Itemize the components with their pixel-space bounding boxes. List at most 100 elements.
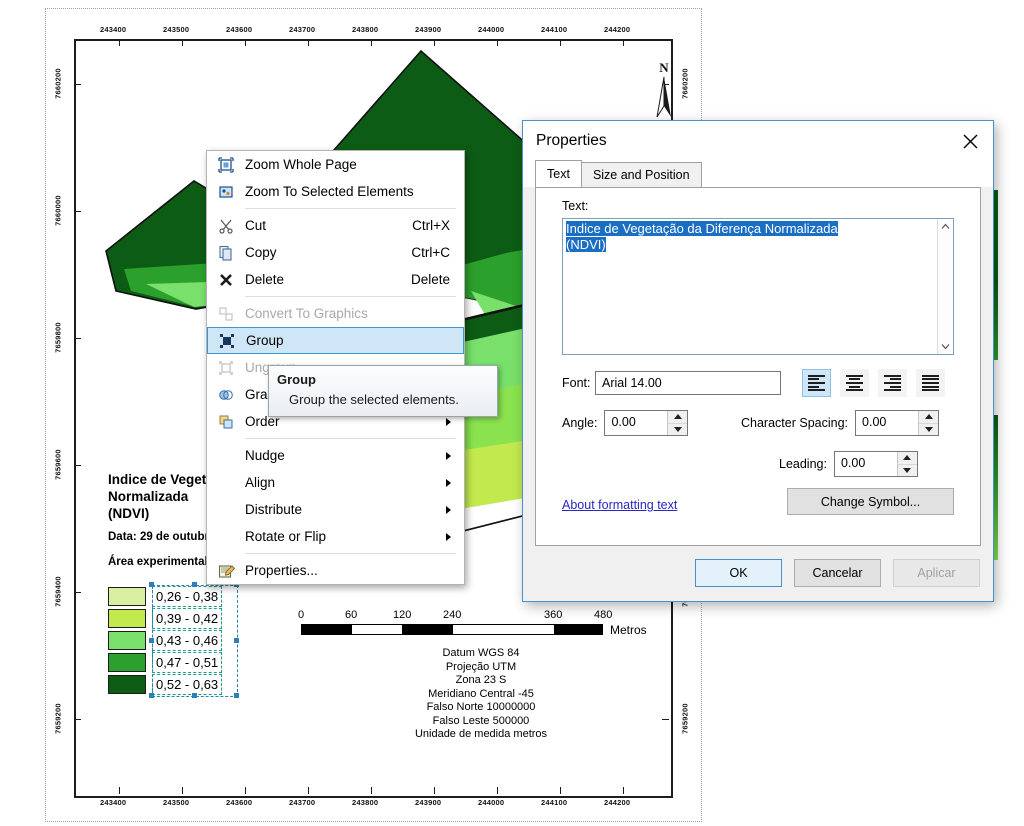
- close-icon[interactable]: [947, 121, 993, 161]
- context-menu-item-label: Zoom Whole Page: [245, 157, 357, 172]
- datum-line: Unidade de medida metros: [414, 728, 548, 740]
- x-axis-tick: [371, 787, 372, 794]
- context-menu-item-label: Rotate or Flip: [245, 529, 327, 544]
- x-axis-tick-label: 243600: [226, 798, 253, 807]
- context-menu-item-distribute[interactable]: Distribute: [207, 496, 464, 523]
- selection-handle[interactable]: [149, 638, 154, 643]
- spin-up-icon[interactable]: [897, 452, 917, 465]
- spin-down-icon[interactable]: [919, 423, 939, 435]
- scalebar-tick-label: 60: [345, 609, 358, 621]
- dialog-panel-text: Text: Indice de Vegetação da Diferença N…: [535, 187, 981, 546]
- menu-item-icon-placeholder: [207, 496, 245, 523]
- textarea-scrollbar[interactable]: [937, 219, 953, 354]
- leading-spin-buttons[interactable]: [896, 452, 917, 476]
- zoom-whole-page-icon: [207, 151, 245, 178]
- context-menu-item-label: Cut: [245, 218, 267, 233]
- selection-handle[interactable]: [192, 582, 197, 587]
- context-menu-item-shortcut: Ctrl+X: [412, 218, 450, 233]
- change-symbol-button[interactable]: Change Symbol...: [787, 488, 954, 515]
- spin-up-icon[interactable]: [919, 411, 939, 424]
- spin-down-icon[interactable]: [668, 423, 688, 435]
- context-menu-item-shortcut: Ctrl+C: [411, 245, 450, 260]
- legend-color-swatch: [108, 630, 146, 650]
- context-menu-item-group[interactable]: Group: [207, 327, 464, 354]
- text-field-label: Text:: [562, 199, 589, 213]
- character-spacing-stepper[interactable]: 0.00: [855, 410, 940, 436]
- character-spacing-spin-buttons[interactable]: [918, 411, 939, 435]
- context-menu-item-rotate-or-flip[interactable]: Rotate or Flip: [207, 523, 464, 550]
- align-center-icon[interactable]: [840, 369, 869, 397]
- y-axis-tick-label: 7659400: [53, 576, 63, 607]
- text-input-area[interactable]: Indice de Vegetação da Diferença Normali…: [562, 218, 954, 355]
- chevron-up-icon[interactable]: [938, 219, 953, 234]
- y-axis-tick: [662, 719, 669, 720]
- context-menu-item-nudge[interactable]: Nudge: [207, 442, 464, 469]
- context-menu-item-cut[interactable]: Cut Ctrl+X: [207, 212, 464, 239]
- north-arrow[interactable]: N: [644, 61, 684, 121]
- context-menu-item-label: Delete: [245, 272, 285, 287]
- dialog-tabstrip[interactable]: Text Size and Position: [523, 160, 993, 187]
- tab-size-and-position[interactable]: Size and Position: [580, 162, 702, 187]
- x-axis-tick: [119, 39, 120, 46]
- spin-up-icon[interactable]: [668, 411, 688, 424]
- selection-handle[interactable]: [149, 693, 154, 698]
- properties-dialog[interactable]: Properties Text Size and Position Text: I…: [522, 120, 994, 602]
- leading-value[interactable]: 0.00: [835, 452, 897, 476]
- y-axis-tick: [74, 84, 81, 85]
- x-axis-tick-label: 244000: [478, 25, 505, 34]
- angle-label: Angle:: [562, 416, 598, 430]
- align-right-icon[interactable]: [878, 369, 907, 397]
- x-axis-tick-label: 243600: [226, 25, 253, 34]
- x-axis-tick-label: 243900: [415, 25, 442, 34]
- delete-x-icon: [207, 266, 245, 293]
- angle-spin-buttons[interactable]: [667, 411, 688, 435]
- align-left-icon[interactable]: [802, 369, 831, 397]
- menu-item-icon-placeholder: [207, 523, 245, 550]
- font-input[interactable]: Arial 14.00: [595, 371, 781, 395]
- x-axis-tick: [371, 39, 372, 46]
- scalebar-block[interactable]: 0 60 120 240 360 480 Metros Datum WGS 84 Proje…: [298, 609, 661, 742]
- y-axis-tick-label: 7660200: [53, 68, 63, 99]
- y-axis-tick-label: 7660000: [53, 195, 63, 226]
- context-menu-item-label: Nudge: [245, 448, 285, 463]
- context-menu-item-properties[interactable]: Properties...: [207, 557, 464, 584]
- selection-handle[interactable]: [234, 638, 239, 643]
- x-axis-tick: [560, 787, 561, 794]
- ok-button[interactable]: OK: [695, 559, 782, 587]
- ungroup-icon: [207, 354, 245, 381]
- legend-color-swatch: [108, 608, 146, 628]
- align-justify-icon[interactable]: [916, 369, 945, 397]
- context-menu-item-zoom-to-selected-elements[interactable]: Zoom To Selected Elements: [207, 178, 464, 205]
- x-axis-tick-label: 243700: [289, 798, 316, 807]
- x-axis-tick: [623, 787, 624, 794]
- about-formatting-text-link[interactable]: About formatting text: [562, 498, 677, 512]
- cancel-button[interactable]: Cancelar: [794, 559, 881, 587]
- x-axis-tick-label: 243700: [289, 25, 316, 34]
- tab-text[interactable]: Text: [535, 160, 582, 187]
- dialog-titlebar[interactable]: Properties: [523, 121, 993, 161]
- menu-item-icon-placeholder: [207, 469, 245, 496]
- angle-stepper[interactable]: 0.00: [604, 410, 689, 436]
- context-menu-item-delete[interactable]: Delete Delete: [207, 266, 464, 293]
- context-menu-item-zoom-whole-page[interactable]: Zoom Whole Page: [207, 151, 464, 178]
- tooltip-body: Group the selected elements.: [289, 392, 459, 407]
- x-axis-tick-label: 243500: [163, 25, 190, 34]
- scalebar-bar: Metros: [301, 623, 647, 637]
- selection-handle[interactable]: [149, 582, 154, 587]
- selection-handle[interactable]: [192, 693, 197, 698]
- context-menu-item-label: Align: [245, 475, 276, 490]
- menu-separator: [245, 553, 456, 554]
- chevron-down-icon[interactable]: [938, 339, 953, 354]
- menu-item-icon-placeholder: [207, 442, 245, 469]
- context-menu-item-align[interactable]: Align: [207, 469, 464, 496]
- x-axis-tick-label: 243400: [100, 798, 127, 807]
- datum-line: Datum WGS 84: [442, 647, 520, 659]
- angle-value[interactable]: 0.00: [605, 411, 667, 435]
- context-menu-item-copy[interactable]: Copy Ctrl+C: [207, 239, 464, 266]
- properties-icon: [207, 557, 245, 584]
- selection-handle[interactable]: [234, 693, 239, 698]
- spin-down-icon[interactable]: [897, 464, 917, 476]
- character-spacing-value[interactable]: 0.00: [856, 411, 918, 435]
- x-axis-tick: [308, 787, 309, 794]
- leading-stepper[interactable]: 0.00: [833, 451, 918, 477]
